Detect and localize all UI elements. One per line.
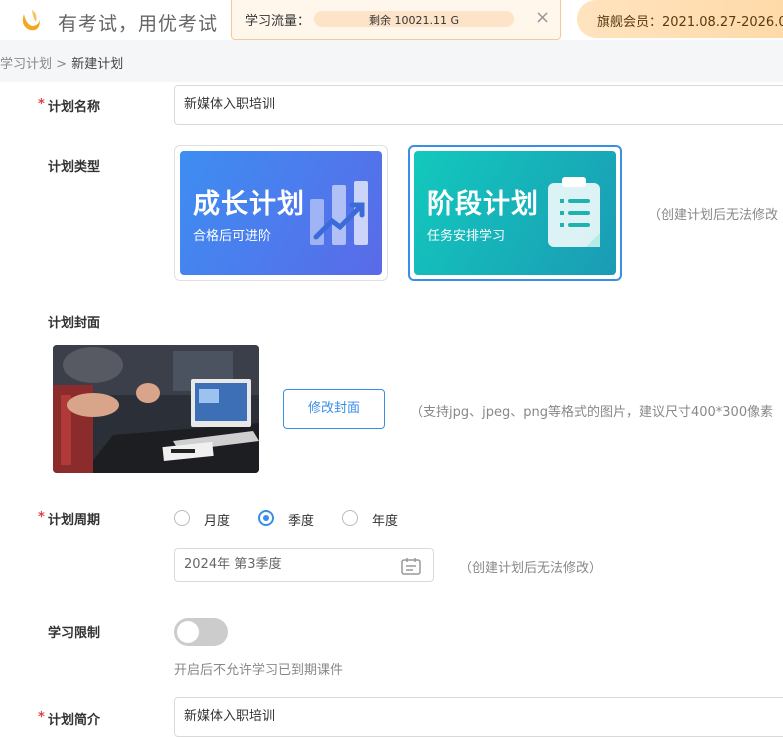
radio-yearly[interactable] [342,510,358,526]
breadcrumb-parent[interactable]: 学习计划 [0,57,52,72]
stage-subtitle: 任务安排学习 [427,229,506,244]
plan-type-hint: （创建计划后无法修改 [648,208,779,223]
quarter-picker-value: 2024年 第3季度 [184,557,282,572]
flow-progress-bar: 剩余 10021.11 G [314,11,514,27]
study-limit-toggle[interactable] [174,618,228,646]
radio-monthly-label[interactable]: 月度 [204,510,230,529]
logo-icon [22,10,40,31]
clipboard-icon [548,177,600,247]
flow-label: 学习流量： [245,14,311,29]
change-cover-button[interactable]: 修改封面 [283,389,385,429]
plan-type-stage[interactable]: 阶段计划 任务安排学习 [408,145,622,281]
plan-type-label: 计划类型 [48,160,101,175]
plan-intro-label: 计划简介 [48,713,101,728]
plan-name-input[interactable]: 新媒体入职培训 [174,85,783,125]
slogan: 有考试，用优考试 [58,13,219,35]
growth-chart-icon [310,181,368,245]
calendar-icon [401,558,421,575]
cover-image [53,345,259,473]
stage-title: 阶段计划 [427,189,539,220]
stage-card: 阶段计划 任务安排学习 [414,151,616,275]
radio-quarterly-label[interactable]: 季度 [288,510,314,529]
required-mark: * [38,510,45,525]
close-icon[interactable]: × [535,7,550,28]
plan-type-growth[interactable]: 成长计划 合格后可进阶 [174,145,388,281]
growth-card: 成长计划 合格后可进阶 [180,151,382,275]
plan-name-label: 计划名称 [48,100,101,115]
plan-cover-label: 计划封面 [48,316,101,331]
study-limit-label: 学习限制 [48,626,101,641]
growth-subtitle: 合格后可进阶 [193,229,272,244]
vip-text: 旗舰会员：2021.08.27-2026.0 [597,15,783,30]
cycle-hint: （创建计划后无法修改） [459,561,603,576]
quarter-picker[interactable]: 2024年 第3季度 [174,548,434,582]
plan-cycle-label: 计划周期 [48,513,101,528]
breadcrumb-bar: 学习计划 > 新建计划 [0,40,783,82]
required-mark: * [38,710,45,725]
breadcrumb-current: 新建计划 [71,57,124,72]
top-bar: 有考试，用优考试 学习流量： 剩余 10021.11 G × 旗舰会员：2021… [0,0,783,40]
breadcrumb: 学习计划 > 新建计划 [0,53,123,72]
toggle-knob [177,621,199,643]
flow-notice: 学习流量： 剩余 10021.11 G × [231,0,561,40]
radio-monthly[interactable] [174,510,190,526]
radio-quarterly[interactable] [258,510,274,526]
vip-badge[interactable]: 旗舰会员：2021.08.27-2026.0 [577,0,783,38]
plan-intro-input[interactable]: 新媒体入职培训 [174,697,783,737]
radio-yearly-label[interactable]: 年度 [372,510,398,529]
study-limit-description: 开启后不允许学习已到期课件 [174,663,344,678]
required-mark: * [38,97,45,112]
flow-remaining: 剩余 10021.11 G [368,14,459,27]
growth-title: 成长计划 [193,189,305,220]
cover-hint: （支持jpg、jpeg、png等格式的图片，建议尺寸400*300像素 [410,405,774,420]
breadcrumb-separator: > [56,57,68,72]
